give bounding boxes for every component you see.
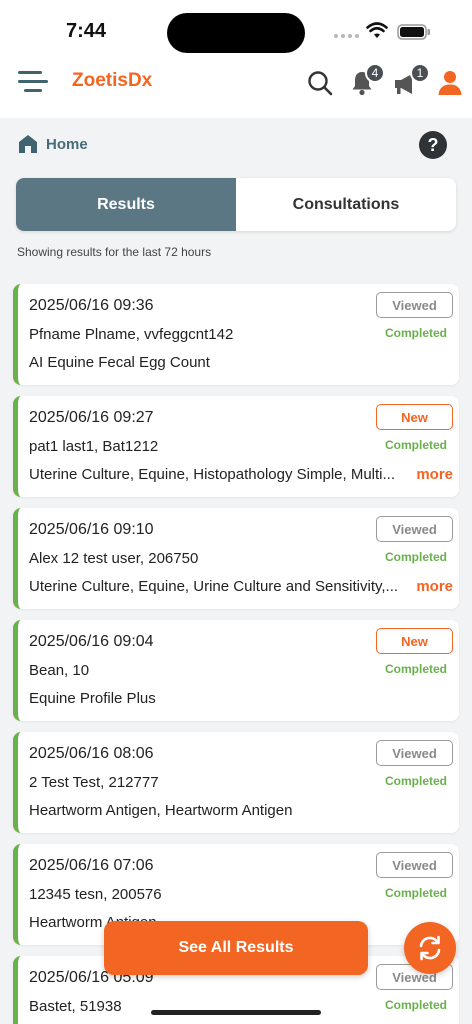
result-tests: Uterine Culture, Equine, Urine Culture a… bbox=[29, 578, 399, 595]
status-badge: Completed bbox=[384, 998, 447, 1012]
result-tests: Heartworm Antigen, Heartworm Antigen bbox=[29, 802, 293, 819]
result-date: 2025/06/16 09:36 bbox=[29, 297, 154, 314]
status-bar: 7:44 bbox=[0, 0, 472, 64]
viewed-badge: Viewed bbox=[376, 852, 453, 878]
home-indicator bbox=[151, 1010, 321, 1015]
result-date: 2025/06/16 08:06 bbox=[29, 745, 154, 762]
search-icon[interactable] bbox=[307, 70, 333, 96]
result-patient: Pfname Plname, vvfeggcnt142 bbox=[29, 326, 234, 343]
new-badge: New bbox=[376, 404, 453, 430]
refresh-button[interactable] bbox=[404, 922, 456, 974]
viewed-badge: Viewed bbox=[376, 516, 453, 542]
more-link[interactable]: more bbox=[416, 466, 453, 483]
status-badge: Completed bbox=[384, 774, 447, 788]
result-patient: Bean, 10 bbox=[29, 662, 90, 679]
app-header: ZoetisDx 4 1 bbox=[0, 63, 472, 118]
brand-logo: ZoetisDx bbox=[72, 70, 153, 91]
result-date: 2025/06/16 07:06 bbox=[29, 857, 154, 874]
viewed-badge: Viewed bbox=[376, 292, 453, 318]
wifi-icon bbox=[366, 22, 388, 38]
result-tests: Uterine Culture, Equine, Histopathology … bbox=[29, 466, 396, 483]
status-badge: Completed bbox=[384, 550, 447, 564]
notifications-button[interactable]: 4 bbox=[350, 63, 390, 100]
battery-icon bbox=[397, 24, 430, 40]
result-card[interactable]: 2025/06/16 09:10 Alex 12 test user, 2067… bbox=[13, 508, 459, 609]
more-link[interactable]: more bbox=[416, 578, 453, 595]
result-card[interactable]: 2025/06/16 09:36 Pfname Plname, vvfeggcn… bbox=[13, 284, 459, 385]
status-badge: Completed bbox=[384, 886, 447, 900]
breadcrumb-home[interactable]: Home bbox=[46, 136, 88, 153]
tab-results[interactable]: Results bbox=[16, 178, 236, 231]
status-time: 7:44 bbox=[66, 20, 107, 42]
refresh-icon bbox=[419, 935, 441, 961]
help-button[interactable]: ? bbox=[419, 131, 447, 159]
announcements-button[interactable]: 1 bbox=[393, 63, 433, 100]
result-patient: 2 Test Test, 212777 bbox=[29, 774, 159, 791]
result-date: 2025/06/16 09:27 bbox=[29, 409, 154, 426]
status-badge: Completed bbox=[384, 326, 447, 340]
result-date: 2025/06/16 09:10 bbox=[29, 521, 154, 538]
result-tests: Equine Profile Plus bbox=[29, 690, 156, 707]
announcements-badge: 1 bbox=[410, 63, 430, 83]
result-patient: Bastet, 51938 bbox=[29, 998, 122, 1015]
results-range-note: Showing results for the last 72 hours bbox=[17, 245, 212, 259]
breadcrumb[interactable]: Home bbox=[18, 134, 88, 154]
result-tests: AI Equine Fecal Egg Count bbox=[29, 354, 210, 371]
result-patient: 12345 tesn, 200576 bbox=[29, 886, 162, 903]
result-card[interactable]: 2025/06/16 09:04 Bean, 10 Equine Profile… bbox=[13, 620, 459, 721]
status-badge: Completed bbox=[384, 438, 447, 452]
result-date: 2025/06/16 09:04 bbox=[29, 633, 154, 650]
result-patient: Alex 12 test user, 206750 bbox=[29, 550, 199, 567]
result-patient: pat1 last1, Bat1212 bbox=[29, 438, 159, 455]
user-profile-icon[interactable] bbox=[438, 70, 462, 96]
status-badge: Completed bbox=[384, 662, 447, 676]
viewed-badge: Viewed bbox=[376, 740, 453, 766]
notifications-badge: 4 bbox=[365, 63, 385, 83]
home-icon bbox=[19, 135, 37, 153]
result-card[interactable]: 2025/06/16 09:27 pat1 last1, Bat1212 Ute… bbox=[13, 396, 459, 497]
see-all-results-button[interactable]: See All Results bbox=[104, 921, 368, 975]
results-consultations-tabs: Results Consultations bbox=[16, 178, 456, 231]
tab-consultations[interactable]: Consultations bbox=[236, 178, 456, 231]
result-card[interactable]: 2025/06/16 08:06 2 Test Test, 212777 Hea… bbox=[13, 732, 459, 833]
hamburger-menu-icon[interactable] bbox=[18, 68, 48, 98]
cellular-signal-icon bbox=[334, 34, 359, 38]
dynamic-island bbox=[167, 13, 305, 53]
new-badge: New bbox=[376, 628, 453, 654]
results-list: 2025/06/16 09:36 Pfname Plname, vvfeggcn… bbox=[13, 284, 459, 1024]
